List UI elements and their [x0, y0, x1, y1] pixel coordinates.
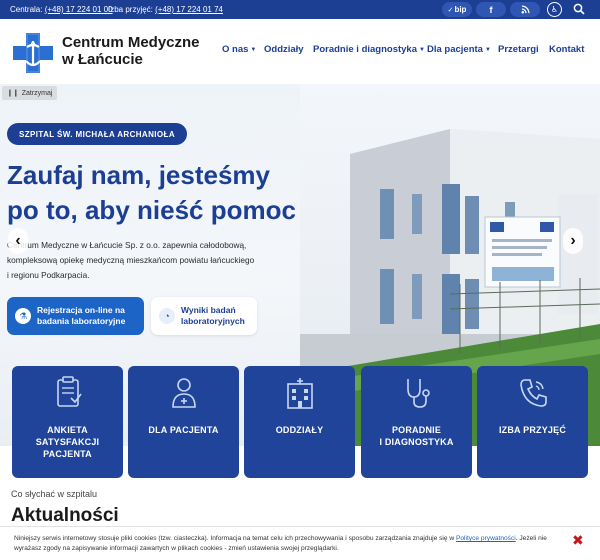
tile-label-line-1: ODDZIAŁY — [275, 425, 324, 435]
clipboard-icon — [57, 376, 82, 407]
tile-label-line-2: I DIAGNOSTYKA — [379, 437, 454, 447]
chevron-left-icon: ‹ — [15, 232, 21, 249]
tile-oddzialy[interactable]: ODDZIAŁY — [244, 366, 355, 478]
hospital-badge: SZPITAL ŚW. MICHAŁA ARCHANIOŁA — [7, 123, 187, 145]
search-icon — [573, 3, 585, 15]
slider-next-button[interactable]: › — [563, 228, 583, 254]
nav-label: Kontakt — [549, 44, 585, 55]
facebook-icon: f — [489, 4, 493, 15]
nav-label: Dla pacjenta — [427, 44, 483, 55]
tile-label-line-1: IZBA PRZYJĘĆ — [498, 425, 567, 435]
tile-dla-pacjenta[interactable]: DLA PACJENTA — [128, 366, 239, 478]
brand-line-2: w Łańcucie — [62, 51, 143, 68]
rss-icon — [521, 5, 530, 14]
rss-button[interactable] — [510, 2, 540, 17]
bip-label: bip — [454, 5, 467, 14]
news-subtitle: Co słychać w szpitalu — [11, 489, 98, 499]
close-icon: ✖ — [572, 532, 584, 548]
pause-icon: ❙❙ — [7, 90, 19, 97]
desc-line-2: kompleksową opiekę medyczną mieszkańcom … — [7, 255, 255, 265]
tile-label-line-1: PORADNIE — [391, 425, 442, 435]
nav-label: Poradnie i diagnostyka — [313, 44, 417, 55]
nav-label: O nas — [222, 44, 249, 55]
patient-icon — [172, 378, 196, 408]
nav-item-kontakt[interactable]: Kontakt — [549, 44, 584, 55]
nav-item-poradnie[interactable]: Poradnie i diagnostyka ▼ — [313, 44, 425, 55]
flask-icon: ⚗ — [15, 308, 31, 324]
hospital-icon — [287, 378, 313, 409]
hero-description: Centrum Medyczne w Łańcucie Sp. z o.o. z… — [7, 238, 297, 283]
cookie-close-button[interactable]: ✖ — [572, 532, 584, 548]
nav-item-oddzialy[interactable]: Oddziały — [264, 44, 304, 55]
slider-prev-button[interactable]: ‹ — [8, 228, 28, 254]
facebook-button[interactable]: f — [476, 2, 506, 17]
cookie-banner: Niniejszy serwis internetowy stosuje pli… — [0, 526, 600, 560]
btn-res-line-1: Wyniki badań — [181, 305, 236, 315]
news-title: Aktualności — [11, 505, 119, 526]
site-header: Centrum Medyczne w Łańcucie O nas ▼ Oddzi… — [0, 19, 600, 84]
izba-phone-link[interactable]: (+48) 17 224 01 74 — [155, 5, 223, 14]
headline-line-1: Zaufaj nam, jesteśmy — [7, 160, 270, 190]
nav-label: Oddziały — [264, 44, 304, 55]
accessibility-icon: ♿ — [550, 5, 559, 14]
brand-line-1: Centrum Medyczne — [62, 34, 200, 51]
chevron-right-icon: › — [570, 232, 576, 249]
tile-label-line-1: ANKIETA SATYSFAKCJI — [35, 425, 100, 447]
nav-label: Przetargi — [498, 44, 539, 55]
chevron-down-icon: ▼ — [419, 47, 425, 53]
quick-links: ANKIETA SATYSFAKCJI PACJENTA DLA PACJENT… — [0, 366, 600, 480]
nav-item-dla-pacjenta[interactable]: Dla pacjenta ▼ — [427, 44, 491, 55]
desc-line-1: Centrum Medyczne w Łańcucie Sp. z o.o. z… — [7, 240, 247, 250]
stethoscope-icon — [407, 379, 430, 408]
tile-label-line-1: DLA PACJENTA — [148, 425, 219, 435]
privacy-policy-link[interactable]: Polityce prywatności — [456, 535, 516, 542]
lab-registration-button[interactable]: ⚗ Rejestracja on-line na badania laborat… — [7, 297, 144, 335]
nav-item-przetargi[interactable]: Przetargi — [498, 44, 539, 55]
tile-label-line-2: PACJENTA — [43, 449, 92, 459]
bip-button[interactable]: ✓ bip — [442, 2, 472, 17]
pause-label: Zatrzymaj — [21, 89, 53, 97]
phone-icon — [520, 379, 547, 407]
tile-ankieta[interactable]: ANKIETA SATYSFAKCJI PACJENTA — [12, 366, 123, 478]
top-bar: Centrala: (+48) 17 224 01 00 Izba przyję… — [0, 0, 600, 19]
slider-pause-button[interactable]: ❙❙ Zatrzymaj — [2, 86, 58, 100]
chevron-down-icon: ▼ — [250, 47, 257, 53]
izba-contact: Izba przyjęć: (+48) 17 224 01 74 — [108, 5, 223, 14]
cookie-text: Niniejszy serwis internetowy stosuje pli… — [14, 534, 569, 554]
hero-headline: Zaufaj nam, jesteśmy po to, aby nieść po… — [7, 158, 307, 228]
accessibility-button[interactable]: ♿ — [547, 2, 562, 17]
bip-icon: ✓ — [447, 6, 454, 14]
nav-item-o-nas[interactable]: O nas ▼ — [222, 44, 256, 55]
chevron-down-icon: ▼ — [484, 47, 491, 53]
btn-reg-line-2: badania laboratoryjne — [37, 316, 126, 326]
btn-reg-line-1: Rejestracja on-line na — [37, 305, 125, 315]
tile-poradnie[interactable]: PORADNIE I DIAGNOSTYKA — [361, 366, 472, 478]
centrala-phone-link[interactable]: (+48) 17 224 01 00 — [45, 5, 113, 14]
hospital-logo[interactable] — [11, 31, 55, 75]
tile-izba-przyjec[interactable]: IZBA PRZYJĘĆ — [477, 366, 588, 478]
chart-pie-icon: ◔ — [159, 308, 175, 324]
lab-results-button[interactable]: ◔ Wyniki badań laboratoryjnych — [151, 297, 257, 335]
headline-line-2: po to, aby nieść pomoc — [7, 195, 296, 225]
btn-res-line-2: laboratoryjnych — [181, 316, 245, 326]
desc-line-3: i regionu Podkarpacia. — [7, 270, 90, 280]
centrala-contact: Centrala: (+48) 17 224 01 00 — [10, 5, 113, 14]
centrala-label: Centrala: — [10, 5, 43, 14]
brand-name[interactable]: Centrum Medyczne w Łańcucie — [62, 34, 200, 68]
izba-label: Izba przyjęć: — [108, 5, 153, 14]
cookie-text-part-1: Niniejszy serwis internetowy stosuje pli… — [14, 535, 456, 542]
search-button[interactable] — [573, 3, 585, 17]
